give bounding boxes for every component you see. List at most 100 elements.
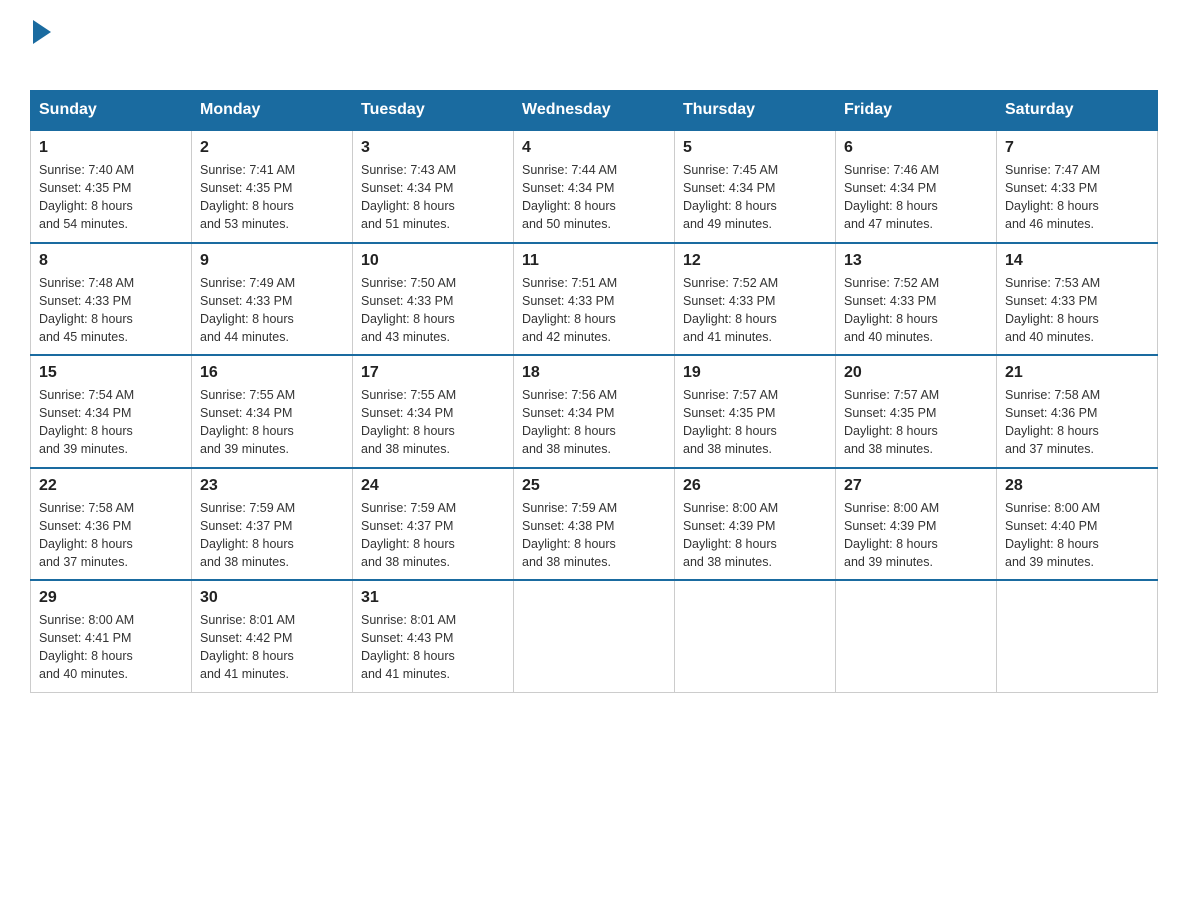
day-number: 18 [522,364,666,382]
calendar-cell: 15 Sunrise: 7:54 AM Sunset: 4:34 PM Dayl… [31,355,192,468]
day-number: 6 [844,139,988,157]
day-number: 22 [39,477,183,495]
day-number: 26 [683,477,827,495]
day-number: 15 [39,364,183,382]
day-info: Sunrise: 7:49 AM Sunset: 4:33 PM Dayligh… [200,274,344,347]
day-number: 23 [200,477,344,495]
day-info: Sunrise: 7:52 AM Sunset: 4:33 PM Dayligh… [844,274,988,347]
day-info: Sunrise: 8:01 AM Sunset: 4:43 PM Dayligh… [361,611,505,684]
day-info: Sunrise: 8:00 AM Sunset: 4:39 PM Dayligh… [844,499,988,572]
calendar-cell: 21 Sunrise: 7:58 AM Sunset: 4:36 PM Dayl… [997,355,1158,468]
calendar-cell: 10 Sunrise: 7:50 AM Sunset: 4:33 PM Dayl… [353,243,514,356]
day-info: Sunrise: 7:47 AM Sunset: 4:33 PM Dayligh… [1005,161,1149,234]
day-info: Sunrise: 7:55 AM Sunset: 4:34 PM Dayligh… [200,386,344,459]
header-monday: Monday [192,91,353,131]
day-info: Sunrise: 7:46 AM Sunset: 4:34 PM Dayligh… [844,161,988,234]
calendar-cell: 5 Sunrise: 7:45 AM Sunset: 4:34 PM Dayli… [675,130,836,243]
calendar-cell: 2 Sunrise: 7:41 AM Sunset: 4:35 PM Dayli… [192,130,353,243]
day-info: Sunrise: 7:57 AM Sunset: 4:35 PM Dayligh… [683,386,827,459]
header-saturday: Saturday [997,91,1158,131]
day-info: Sunrise: 7:53 AM Sunset: 4:33 PM Dayligh… [1005,274,1149,347]
day-info: Sunrise: 7:57 AM Sunset: 4:35 PM Dayligh… [844,386,988,459]
day-number: 28 [1005,477,1149,495]
logo-arrow-icon [33,20,51,44]
week-row-1: 1 Sunrise: 7:40 AM Sunset: 4:35 PM Dayli… [31,130,1158,243]
calendar-cell: 27 Sunrise: 8:00 AM Sunset: 4:39 PM Dayl… [836,468,997,581]
calendar-cell: 31 Sunrise: 8:01 AM Sunset: 4:43 PM Dayl… [353,580,514,692]
day-info: Sunrise: 7:52 AM Sunset: 4:33 PM Dayligh… [683,274,827,347]
day-number: 29 [39,589,183,607]
day-number: 24 [361,477,505,495]
day-info: Sunrise: 7:56 AM Sunset: 4:34 PM Dayligh… [522,386,666,459]
calendar-cell: 14 Sunrise: 7:53 AM Sunset: 4:33 PM Dayl… [997,243,1158,356]
week-row-3: 15 Sunrise: 7:54 AM Sunset: 4:34 PM Dayl… [31,355,1158,468]
day-number: 7 [1005,139,1149,157]
calendar-cell: 25 Sunrise: 7:59 AM Sunset: 4:38 PM Dayl… [514,468,675,581]
day-number: 21 [1005,364,1149,382]
calendar-cell: 3 Sunrise: 7:43 AM Sunset: 4:34 PM Dayli… [353,130,514,243]
calendar-cell: 7 Sunrise: 7:47 AM Sunset: 4:33 PM Dayli… [997,130,1158,243]
day-number: 25 [522,477,666,495]
calendar-cell: 17 Sunrise: 7:55 AM Sunset: 4:34 PM Dayl… [353,355,514,468]
day-number: 19 [683,364,827,382]
day-number: 4 [522,139,666,157]
week-row-2: 8 Sunrise: 7:48 AM Sunset: 4:33 PM Dayli… [31,243,1158,356]
calendar-cell: 20 Sunrise: 7:57 AM Sunset: 4:35 PM Dayl… [836,355,997,468]
day-info: Sunrise: 7:59 AM Sunset: 4:37 PM Dayligh… [200,499,344,572]
calendar-cell [997,580,1158,692]
day-number: 30 [200,589,344,607]
calendar-cell: 16 Sunrise: 7:55 AM Sunset: 4:34 PM Dayl… [192,355,353,468]
day-info: Sunrise: 7:43 AM Sunset: 4:34 PM Dayligh… [361,161,505,234]
calendar-cell: 1 Sunrise: 7:40 AM Sunset: 4:35 PM Dayli… [31,130,192,243]
week-row-4: 22 Sunrise: 7:58 AM Sunset: 4:36 PM Dayl… [31,468,1158,581]
day-number: 9 [200,252,344,270]
day-number: 27 [844,477,988,495]
calendar-cell: 30 Sunrise: 8:01 AM Sunset: 4:42 PM Dayl… [192,580,353,692]
header-wednesday: Wednesday [514,91,675,131]
day-number: 17 [361,364,505,382]
calendar-cell: 9 Sunrise: 7:49 AM Sunset: 4:33 PM Dayli… [192,243,353,356]
day-info: Sunrise: 7:51 AM Sunset: 4:33 PM Dayligh… [522,274,666,347]
calendar-cell [836,580,997,692]
calendar-cell [514,580,675,692]
day-info: Sunrise: 7:58 AM Sunset: 4:36 PM Dayligh… [39,499,183,572]
calendar-cell [675,580,836,692]
day-info: Sunrise: 8:00 AM Sunset: 4:39 PM Dayligh… [683,499,827,572]
day-info: Sunrise: 7:58 AM Sunset: 4:36 PM Dayligh… [1005,386,1149,459]
day-number: 10 [361,252,505,270]
week-row-5: 29 Sunrise: 8:00 AM Sunset: 4:41 PM Dayl… [31,580,1158,692]
day-info: Sunrise: 7:40 AM Sunset: 4:35 PM Dayligh… [39,161,183,234]
day-number: 11 [522,252,666,270]
day-info: Sunrise: 7:59 AM Sunset: 4:38 PM Dayligh… [522,499,666,572]
day-info: Sunrise: 7:45 AM Sunset: 4:34 PM Dayligh… [683,161,827,234]
day-info: Sunrise: 8:01 AM Sunset: 4:42 PM Dayligh… [200,611,344,684]
logo [30,20,54,70]
page-header [30,20,1158,70]
calendar-cell: 4 Sunrise: 7:44 AM Sunset: 4:34 PM Dayli… [514,130,675,243]
day-number: 8 [39,252,183,270]
day-info: Sunrise: 7:59 AM Sunset: 4:37 PM Dayligh… [361,499,505,572]
day-info: Sunrise: 7:54 AM Sunset: 4:34 PM Dayligh… [39,386,183,459]
day-info: Sunrise: 7:41 AM Sunset: 4:35 PM Dayligh… [200,161,344,234]
day-number: 3 [361,139,505,157]
day-number: 2 [200,139,344,157]
calendar-table: SundayMondayTuesdayWednesdayThursdayFrid… [30,90,1158,693]
calendar-cell: 6 Sunrise: 7:46 AM Sunset: 4:34 PM Dayli… [836,130,997,243]
day-info: Sunrise: 7:50 AM Sunset: 4:33 PM Dayligh… [361,274,505,347]
day-number: 16 [200,364,344,382]
calendar-cell: 18 Sunrise: 7:56 AM Sunset: 4:34 PM Dayl… [514,355,675,468]
calendar-cell: 28 Sunrise: 8:00 AM Sunset: 4:40 PM Dayl… [997,468,1158,581]
calendar-header-row: SundayMondayTuesdayWednesdayThursdayFrid… [31,91,1158,131]
day-number: 14 [1005,252,1149,270]
calendar-cell: 26 Sunrise: 8:00 AM Sunset: 4:39 PM Dayl… [675,468,836,581]
day-info: Sunrise: 8:00 AM Sunset: 4:41 PM Dayligh… [39,611,183,684]
calendar-cell: 19 Sunrise: 7:57 AM Sunset: 4:35 PM Dayl… [675,355,836,468]
calendar-cell: 24 Sunrise: 7:59 AM Sunset: 4:37 PM Dayl… [353,468,514,581]
day-info: Sunrise: 7:48 AM Sunset: 4:33 PM Dayligh… [39,274,183,347]
calendar-cell: 13 Sunrise: 7:52 AM Sunset: 4:33 PM Dayl… [836,243,997,356]
calendar-cell: 23 Sunrise: 7:59 AM Sunset: 4:37 PM Dayl… [192,468,353,581]
day-number: 12 [683,252,827,270]
day-info: Sunrise: 7:55 AM Sunset: 4:34 PM Dayligh… [361,386,505,459]
calendar-cell: 8 Sunrise: 7:48 AM Sunset: 4:33 PM Dayli… [31,243,192,356]
header-thursday: Thursday [675,91,836,131]
